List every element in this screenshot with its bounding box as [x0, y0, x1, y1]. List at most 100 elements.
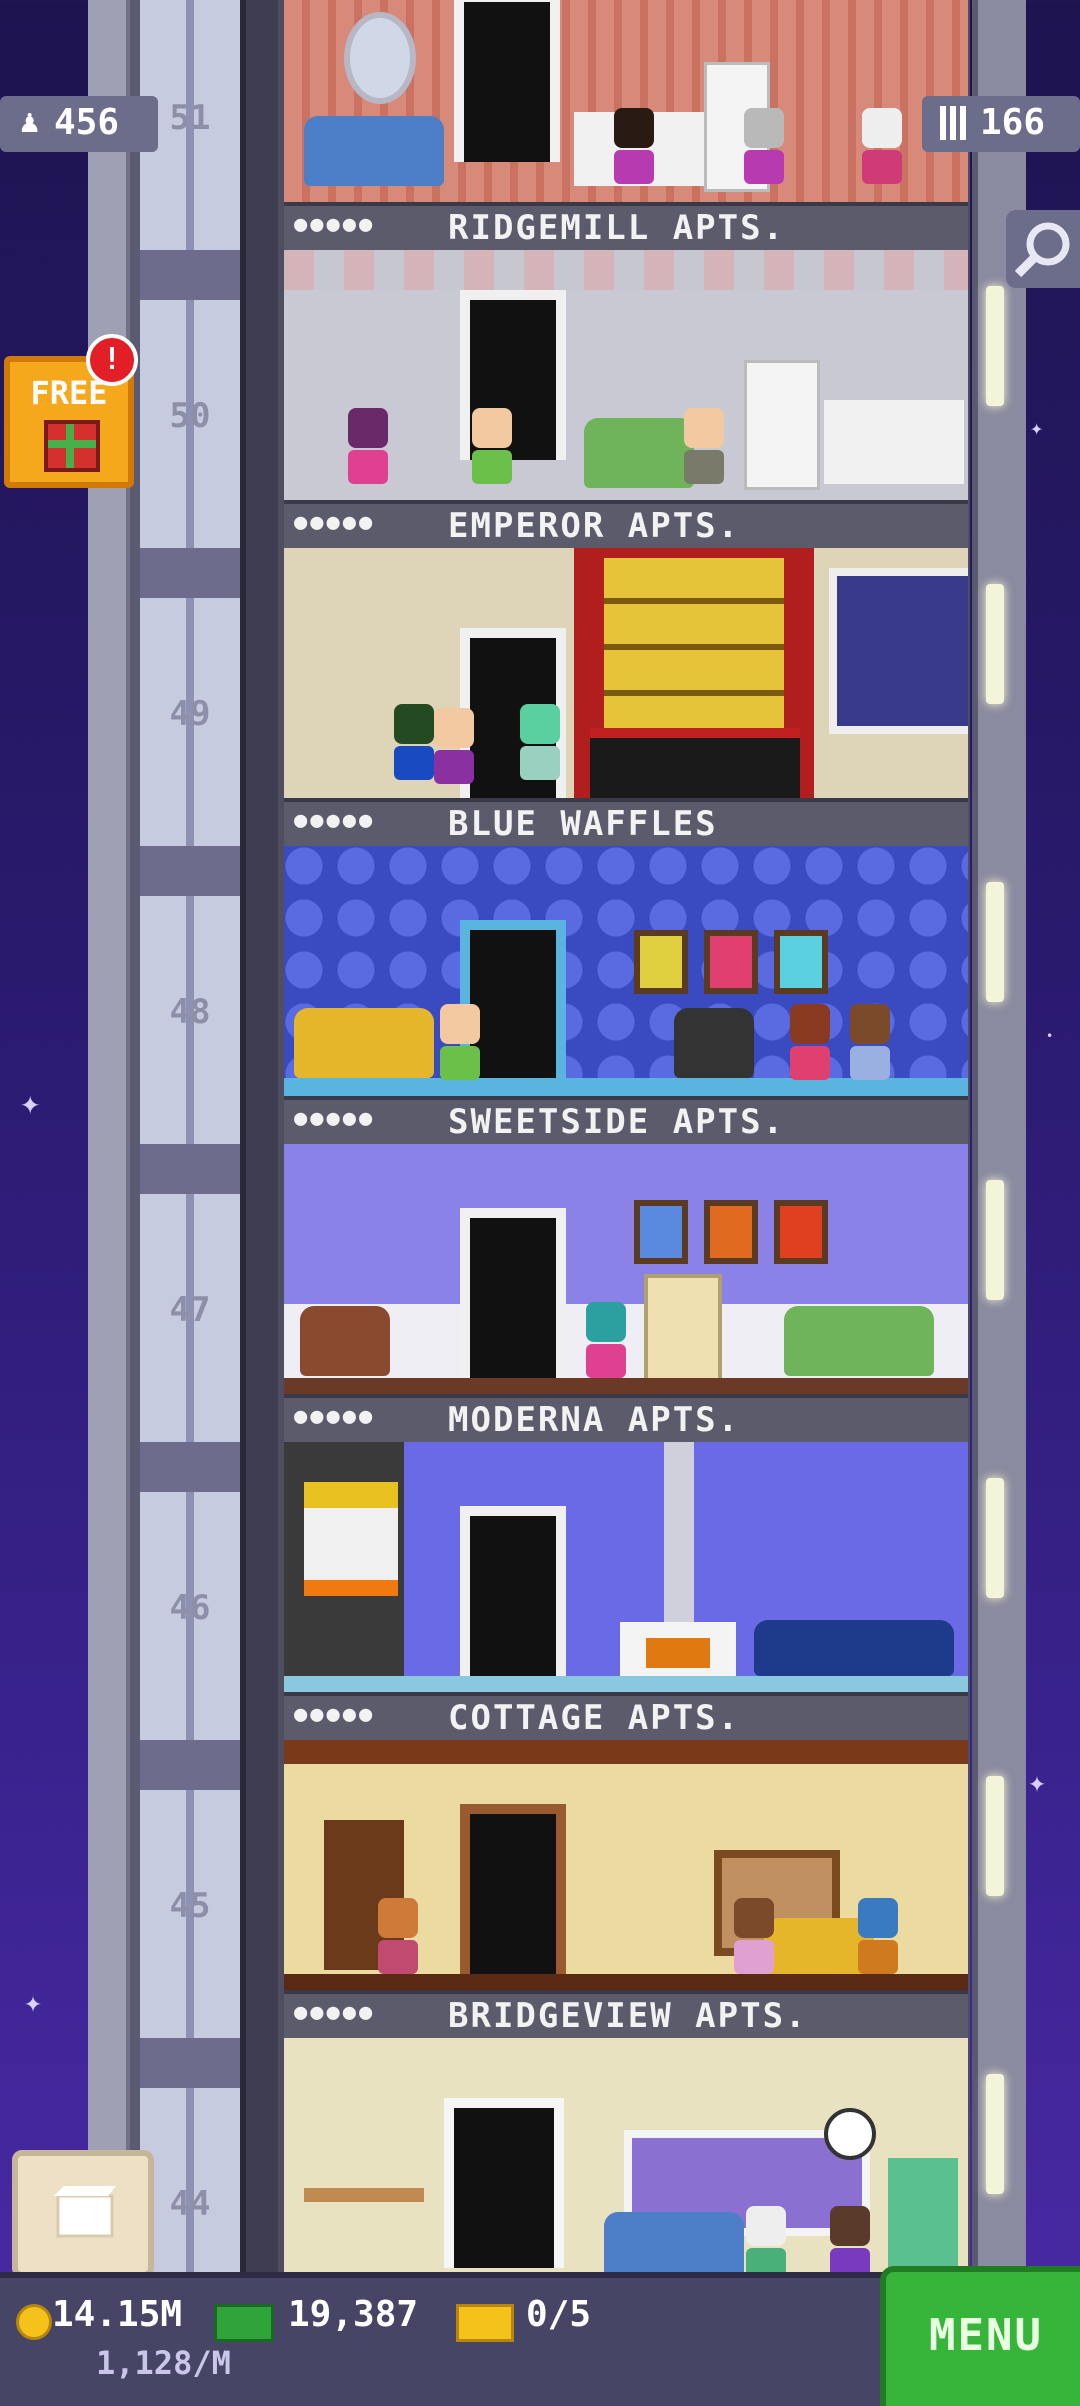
floor-ridgemill[interactable]: ●●●●● RIDGEMILL APTS.: [284, 0, 968, 250]
floor-name: BRIDGEVIEW APTS.: [448, 1996, 808, 2036]
wall-light: [986, 1180, 1004, 1300]
shaft-floor: [140, 2088, 240, 2272]
resident[interactable]: [734, 1898, 774, 1974]
floor-44[interactable]: [284, 2038, 968, 2272]
resident[interactable]: [472, 408, 512, 484]
gift-icon: [44, 420, 100, 472]
room-interior: [284, 1740, 968, 1990]
floor-trim: [284, 1078, 968, 1096]
shaft-gap: [140, 250, 240, 300]
floor-label: ●●●●● MODERNA APTS.: [284, 1394, 968, 1442]
apartment-door[interactable]: [460, 1506, 566, 1676]
resident[interactable]: [434, 708, 474, 784]
floor-label: ●●●●● COTTAGE APTS.: [284, 1692, 968, 1740]
floor-emperor[interactable]: ●●●●● EMPEROR APTS.: [284, 250, 968, 548]
floor-number: 44: [169, 2184, 211, 2224]
person-icon: ♟: [20, 102, 40, 140]
resident[interactable]: [746, 2206, 786, 2272]
fridge: [744, 360, 820, 490]
wall-picture: [704, 930, 758, 994]
room-interior: [284, 846, 968, 1096]
floor-sweetside[interactable]: ●●●●● SWEETSIDE APTS.: [284, 846, 968, 1144]
resident[interactable]: [614, 108, 654, 184]
shaft-gap: [140, 1740, 240, 1790]
window: [829, 568, 968, 734]
floor-bridgeview[interactable]: ●●●●● BRIDGEVIEW APTS.: [284, 1740, 968, 2038]
floor-label: ●●●●● BRIDGEVIEW APTS.: [284, 1990, 968, 2038]
star: ✦: [1028, 1765, 1047, 1800]
star: ✦: [24, 1985, 43, 2020]
armchair: [674, 1008, 754, 1078]
room-interior: [284, 2038, 968, 2272]
table: [304, 2188, 424, 2202]
wall-light: [986, 1776, 1004, 1896]
wall-picture: [634, 930, 688, 994]
couch: [784, 1306, 934, 1376]
clock-icon: [824, 2108, 876, 2160]
resident[interactable]: [394, 704, 434, 780]
wall-picture: [774, 930, 828, 994]
floor-number: 47: [169, 1290, 211, 1330]
menu-label: MENU: [929, 2310, 1043, 2361]
floor-cottage[interactable]: ●●●●● COTTAGE APTS.: [284, 1442, 968, 1740]
floor-number: 51: [169, 98, 211, 138]
bed: [590, 728, 800, 798]
resident[interactable]: [850, 1004, 890, 1080]
floor-number: 45: [169, 1886, 211, 1926]
apartment-door[interactable]: [460, 1804, 566, 1974]
wall-light: [986, 286, 1004, 406]
fire: [646, 1638, 710, 1668]
menu-button[interactable]: MENU: [880, 2266, 1080, 2406]
resident[interactable]: [790, 1004, 830, 1080]
coins-rate: 1,128/M: [96, 2344, 231, 2382]
couch: [604, 2212, 744, 2272]
floor-label: ●●●●● BLUE WAFFLES: [284, 798, 968, 846]
floor-number: 46: [169, 1588, 211, 1628]
alert-badge: !: [86, 334, 138, 386]
computer: [644, 1274, 722, 1382]
shaft-gap: [140, 846, 240, 896]
resident[interactable]: [744, 108, 784, 184]
floor-number: 50: [169, 396, 211, 436]
floor-boards: [284, 1974, 968, 1990]
wall-art: [304, 1482, 398, 1596]
box-icon: [54, 2186, 116, 2238]
floor-moderna[interactable]: ●●●●● MODERNA APTS.: [284, 1144, 968, 1442]
population-value: 456: [54, 102, 120, 143]
floor-blue-waffles[interactable]: ●●●●● BLUE WAFFLES: [284, 548, 968, 846]
floor-counter[interactable]: 166: [922, 96, 1080, 152]
apartment-door[interactable]: [444, 2098, 564, 2268]
shaft-gap: [140, 548, 240, 598]
apartment-door[interactable]: [460, 1208, 566, 1378]
floor-name: BLUE WAFFLES: [448, 804, 718, 844]
resident[interactable]: [378, 1898, 418, 1974]
wall-light: [986, 2074, 1004, 2194]
wall-light: [986, 882, 1004, 1002]
resident[interactable]: [862, 108, 902, 184]
building-icon: [940, 106, 968, 140]
inventory-box-button[interactable]: [12, 2150, 154, 2278]
resident[interactable]: [586, 1302, 626, 1378]
floor-name: RIDGEMILL APTS.: [448, 208, 786, 248]
couch: [294, 1008, 434, 1078]
resident[interactable]: [520, 704, 560, 780]
floor-name: SWEETSIDE APTS.: [448, 1102, 786, 1142]
ticket-icon: [456, 2304, 514, 2342]
bux-value: 19,387: [288, 2294, 419, 2335]
kitchen-counter: [824, 400, 964, 484]
coins-value: 14.15M: [52, 2294, 183, 2335]
search-button[interactable]: [1006, 210, 1080, 288]
bux-icon: [214, 2304, 274, 2342]
apartment-door[interactable]: [454, 0, 560, 162]
star: ✦: [1030, 416, 1044, 441]
resident[interactable]: [684, 408, 724, 484]
tickets-value: 0/5: [526, 2294, 592, 2335]
wall-picture: [704, 1200, 758, 1264]
resident[interactable]: [830, 2206, 870, 2272]
resident[interactable]: [858, 1898, 898, 1974]
population-counter[interactable]: ♟ 456: [0, 96, 158, 152]
rating-dots: ●●●●●: [294, 1404, 376, 1429]
resident[interactable]: [348, 408, 388, 484]
resident[interactable]: [440, 1004, 480, 1080]
floor-number: 48: [169, 992, 211, 1032]
